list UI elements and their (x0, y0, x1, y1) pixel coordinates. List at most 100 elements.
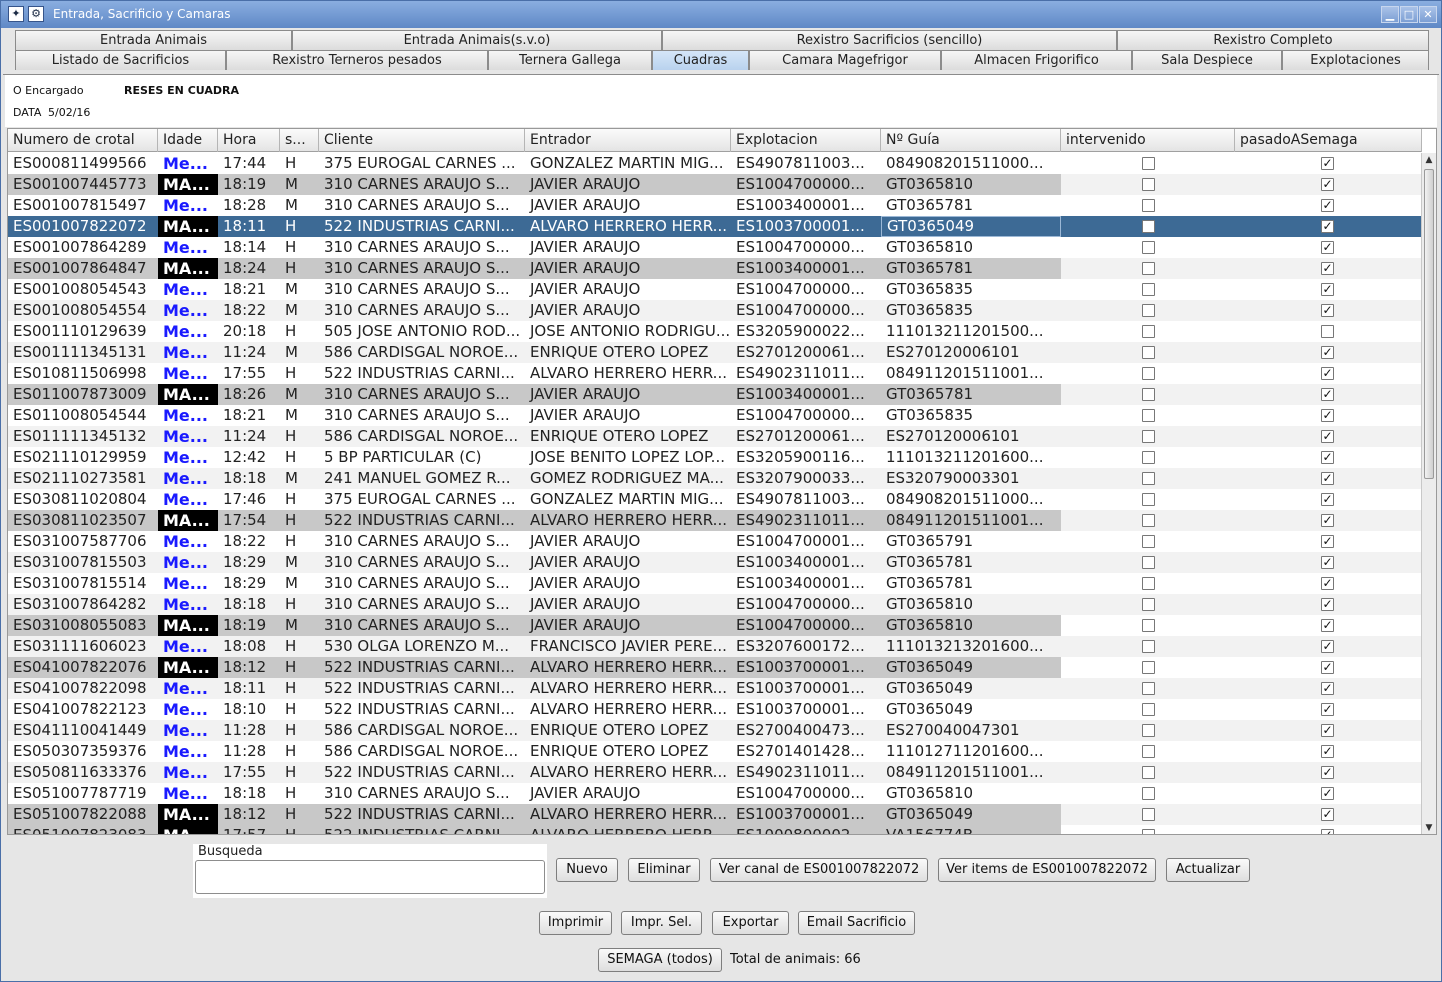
sexo-cell[interactable]: M (280, 573, 319, 594)
explotacion-cell[interactable]: ES1004700000... (731, 300, 881, 321)
table-row[interactable]: ES051007787719 Me... 18:18 H 310 CARNES ARAU… (8, 783, 1422, 804)
search-input[interactable] (195, 860, 545, 894)
col-header-sexo[interactable]: s... (280, 129, 319, 152)
explotacion-cell[interactable]: ES1000800002... (731, 825, 881, 834)
hora-cell[interactable]: 11:24 (218, 342, 280, 363)
hora-cell[interactable]: 18:24 (218, 258, 280, 279)
explotacion-cell[interactable]: ES1004700000... (731, 279, 881, 300)
cliente-cell[interactable]: 310 CARNES ARAUJO S... (319, 573, 525, 594)
intervenido-checkbox[interactable] (1142, 472, 1155, 485)
crotal-cell[interactable]: ES031007864282 (8, 594, 158, 615)
table-row[interactable]: ES010811506998 Me... 17:55 H 522 INDUSTRIAS … (8, 363, 1422, 384)
hora-cell[interactable]: 18:21 (218, 279, 280, 300)
explotacion-cell[interactable]: ES1003700001... (731, 216, 881, 237)
sexo-cell[interactable]: H (280, 510, 319, 531)
sexo-cell[interactable]: H (280, 594, 319, 615)
col-header-idade[interactable]: Idade (158, 129, 218, 152)
table-row[interactable]: ES001007445773 MA... 18:19 M 310 CARNES ARAU… (8, 174, 1422, 195)
intervenido-checkbox[interactable] (1142, 787, 1155, 800)
guia-cell[interactable]: GT0365049 (881, 678, 1061, 699)
scroll-up-icon[interactable]: ▲ (1422, 153, 1436, 167)
hora-cell[interactable]: 18:11 (218, 216, 280, 237)
pasado-semaga-checkbox[interactable]: ✓ (1321, 808, 1334, 821)
explotacion-cell[interactable]: ES1003700001... (731, 657, 881, 678)
entrador-cell[interactable]: JOSE BENITO LOPEZ LOP... (525, 447, 731, 468)
guia-cell[interactable]: 111013213201600... (881, 636, 1061, 657)
intervenido-checkbox[interactable] (1142, 556, 1155, 569)
guia-cell[interactable]: GT0365781 (881, 384, 1061, 405)
intervenido-checkbox[interactable] (1142, 367, 1155, 380)
col-header-intervenido[interactable]: intervenido (1061, 129, 1235, 152)
explotacion-cell[interactable]: ES2700400473... (731, 720, 881, 741)
crotal-cell[interactable]: ES041007822098 (8, 678, 158, 699)
table-row[interactable]: ES031007815503 Me... 18:29 M 310 CARNES ARAU… (8, 552, 1422, 573)
pasado-semaga-checkbox[interactable]: ✓ (1321, 241, 1334, 254)
intervenido-checkbox[interactable] (1142, 220, 1155, 233)
explotacion-cell[interactable]: ES3207900033... (731, 468, 881, 489)
guia-cell[interactable]: GT0365810 (881, 783, 1061, 804)
impr-sel-button[interactable]: Impr. Sel. (621, 911, 702, 935)
cliente-cell[interactable]: 522 INDUSTRIAS CARNI... (319, 363, 525, 384)
entrador-cell[interactable]: ENRIQUE OTERO LOPEZ (525, 342, 731, 363)
col-header-pasado-semaga[interactable]: pasadoASemaga (1235, 129, 1422, 152)
intervenido-checkbox[interactable] (1142, 535, 1155, 548)
pasado-semaga-checkbox[interactable]: ✓ (1321, 472, 1334, 485)
pasado-semaga-checkbox[interactable]: ✓ (1321, 556, 1334, 569)
intervenido-checkbox[interactable] (1142, 430, 1155, 443)
pasado-semaga-checkbox[interactable]: ✓ (1321, 535, 1334, 548)
col-header-guia[interactable]: Nº Guía (881, 129, 1061, 152)
explotacion-cell[interactable]: ES1003400001... (731, 195, 881, 216)
intervenido-checkbox[interactable] (1142, 199, 1155, 212)
table-row[interactable]: ES050811633376 Me... 17:55 H 522 INDUSTRIAS … (8, 762, 1422, 783)
pasado-semaga-checkbox[interactable]: ✓ (1321, 430, 1334, 443)
hora-cell[interactable]: 11:28 (218, 741, 280, 762)
explotacion-cell[interactable]: ES1003700001... (731, 804, 881, 825)
hora-cell[interactable]: 18:21 (218, 405, 280, 426)
email-sacrificio-button[interactable]: Email Sacrificio (798, 911, 915, 935)
guia-cell[interactable]: GT0365049 (881, 216, 1061, 237)
idade-cell[interactable]: Me... (158, 468, 218, 489)
sexo-cell[interactable]: M (280, 384, 319, 405)
crotal-cell[interactable]: ES001110129639 (8, 321, 158, 342)
pasado-semaga-checkbox[interactable]: ✓ (1321, 724, 1334, 737)
guia-cell[interactable]: GT0365835 (881, 405, 1061, 426)
sexo-cell[interactable]: H (280, 321, 319, 342)
table-row[interactable]: ES041007822098 Me... 18:11 H 522 INDUSTRIAS … (8, 678, 1422, 699)
entrador-cell[interactable]: JAVIER ARAUJO (525, 258, 731, 279)
hora-cell[interactable]: 11:24 (218, 426, 280, 447)
entrador-cell[interactable]: JAVIER ARAUJO (525, 384, 731, 405)
scroll-thumb[interactable] (1424, 169, 1434, 479)
pasado-semaga-checkbox[interactable]: ✓ (1321, 367, 1334, 380)
entrador-cell[interactable]: ALVARO HERRERO HERR... (525, 825, 731, 834)
idade-cell[interactable]: MA... (158, 615, 218, 636)
explotacion-cell[interactable]: ES3207600172... (731, 636, 881, 657)
hora-cell[interactable]: 17:57 (218, 825, 280, 834)
crotal-cell[interactable]: ES011008054544 (8, 405, 158, 426)
explotacion-cell[interactable]: ES1003700001... (731, 678, 881, 699)
explotacion-cell[interactable]: ES2701200061... (731, 342, 881, 363)
entrador-cell[interactable]: JAVIER ARAUJO (525, 237, 731, 258)
pasado-semaga-checkbox[interactable]: ✓ (1321, 493, 1334, 506)
pasado-semaga-checkbox[interactable]: ✓ (1321, 619, 1334, 632)
pasado-semaga-checkbox[interactable]: ✓ (1321, 346, 1334, 359)
explotacion-cell[interactable]: ES1004700001... (731, 531, 881, 552)
entrador-cell[interactable]: JAVIER ARAUJO (525, 300, 731, 321)
idade-cell[interactable]: MA... (158, 174, 218, 195)
tab-entrada-animais-svo[interactable]: Entrada Animais(s.v.o) (292, 30, 662, 50)
crotal-cell[interactable]: ES041007822123 (8, 699, 158, 720)
intervenido-checkbox[interactable] (1142, 388, 1155, 401)
entrador-cell[interactable]: ALVARO HERRERO HERR... (525, 216, 731, 237)
cliente-cell[interactable]: 310 CARNES ARAUJO S... (319, 594, 525, 615)
tab-listado-sacrificios[interactable]: Listado de Sacrificios (15, 50, 226, 70)
cliente-cell[interactable]: 586 CARDISGAL NOROE... (319, 741, 525, 762)
explotacion-cell[interactable]: ES1003400001... (731, 552, 881, 573)
entrador-cell[interactable]: ALVARO HERRERO HERR... (525, 804, 731, 825)
sexo-cell[interactable]: H (280, 699, 319, 720)
sexo-cell[interactable]: H (280, 636, 319, 657)
pasado-semaga-checkbox[interactable]: ✓ (1321, 703, 1334, 716)
guia-cell[interactable]: 084911201511001... (881, 762, 1061, 783)
explotacion-cell[interactable]: ES3205900022... (731, 321, 881, 342)
maximize-icon[interactable]: □ (1400, 6, 1418, 23)
sexo-cell[interactable]: M (280, 468, 319, 489)
sexo-cell[interactable]: M (280, 195, 319, 216)
